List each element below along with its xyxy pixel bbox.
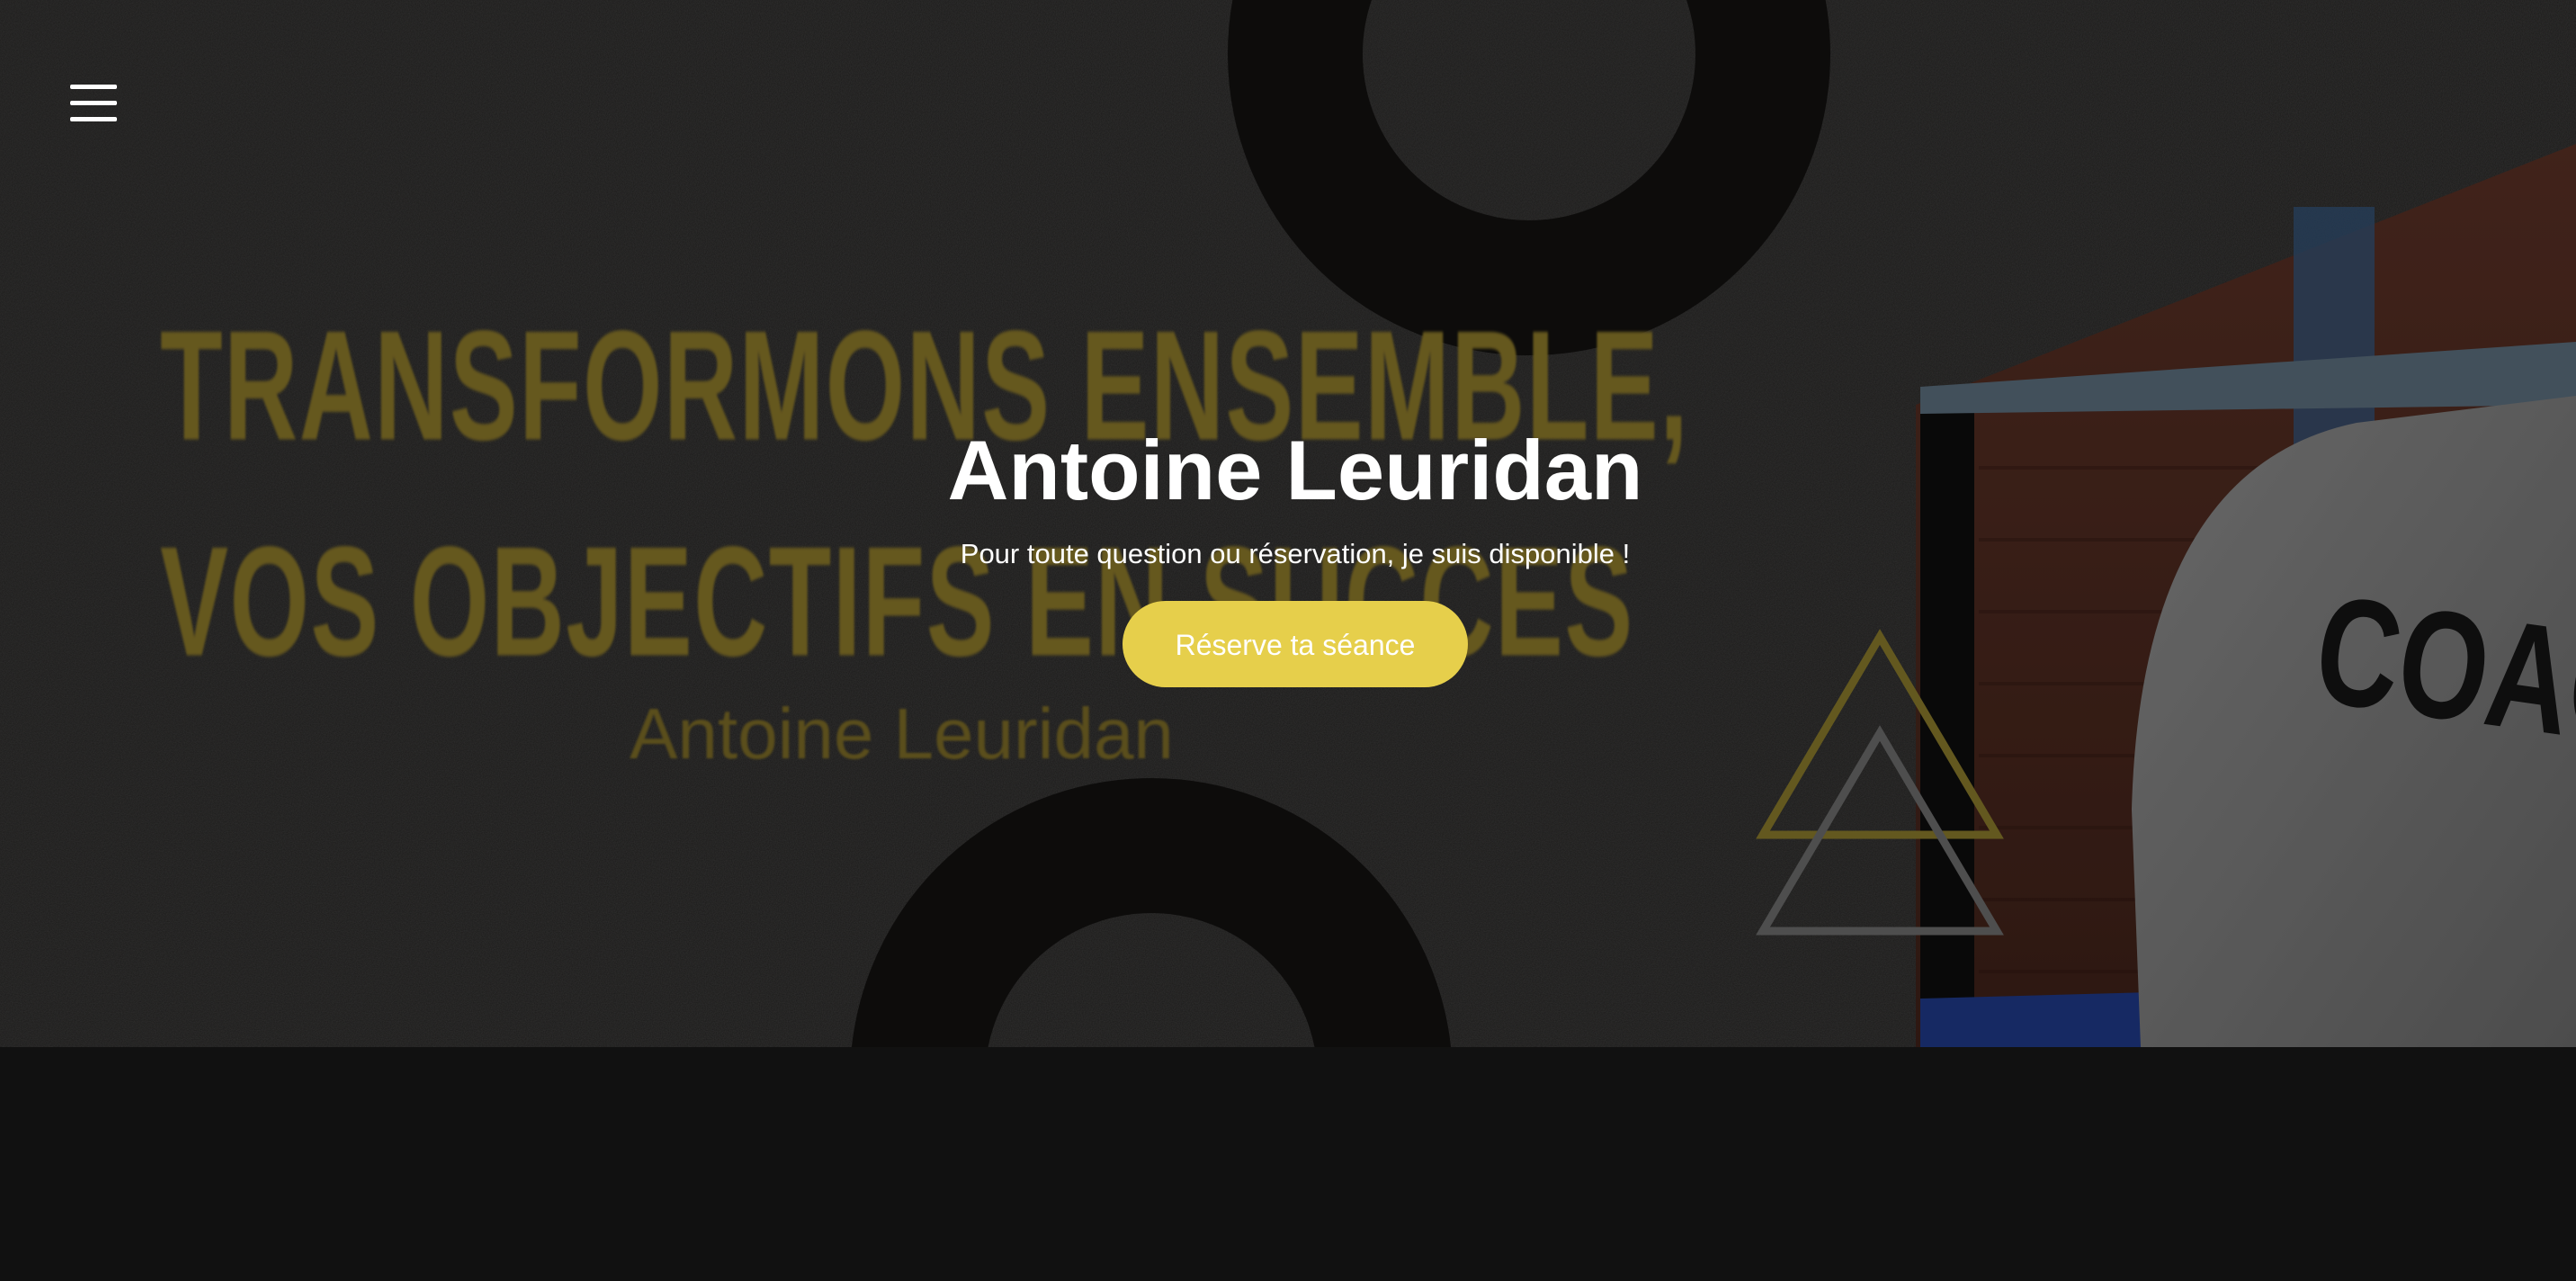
lower-section xyxy=(0,1047,2576,1281)
hero-title: Antoine Leuridan xyxy=(947,423,1643,517)
hero-content: Antoine Leuridan Pour toute question ou … xyxy=(0,423,2576,687)
page: TRANSFORMONS ENSEMBLE, VOS OBJECTIFS EN … xyxy=(0,0,2576,1281)
book-session-button[interactable]: Réserve ta séance xyxy=(1123,601,1468,687)
hero-section: TRANSFORMONS ENSEMBLE, VOS OBJECTIFS EN … xyxy=(0,0,2576,1047)
menu-bar xyxy=(70,85,117,89)
hero-subtitle: Pour toute question ou réservation, je s… xyxy=(960,538,1631,569)
menu-bar xyxy=(70,101,117,105)
menu-bar xyxy=(70,117,117,121)
hamburger-menu-icon[interactable] xyxy=(70,83,119,126)
